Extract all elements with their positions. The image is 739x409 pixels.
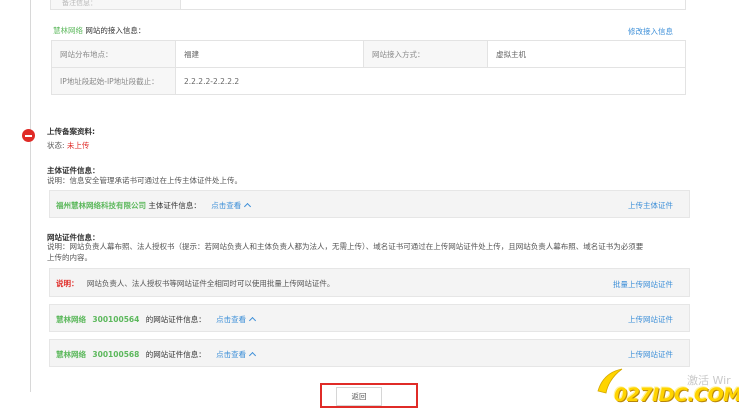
remark-label: 备注信息：	[62, 0, 97, 7]
site-id: 300100564	[92, 315, 140, 324]
status-value: 未上传	[66, 141, 90, 150]
ip-range-value: 2.2.2.2-2.2.2.2	[175, 67, 686, 95]
site-cert-bar-left: 慧林网络 300100568 的网站证件信息： 点击查看	[56, 349, 257, 360]
batch-upload-site-cert-link[interactable]: 批量上传网站证件	[613, 279, 673, 290]
subject-cert-bar: 福州慧林网络科技有限公司 主体证件信息： 点击查看 上传主体证件	[49, 190, 690, 218]
batch-tip: 说明： 网站负责人、法人授权书等网站证件全相同时可以使用批量上传网站证件。	[56, 278, 334, 289]
site-cert-info-label: 的网站证件信息：	[145, 315, 206, 324]
access-info-title: 慧林网络 网站的接入信息：	[53, 25, 145, 36]
subject-cert-bar-left: 福州慧林网络科技有限公司 主体证件信息： 点击查看	[56, 200, 252, 211]
table-row: IP地址段起始-IP地址段截止： 2.2.2.2-2.2.2.2	[51, 67, 686, 95]
location-value: 福建	[175, 40, 364, 68]
access-method-value: 虚拟主机	[487, 40, 686, 68]
access-site-name: 慧林网络	[53, 26, 83, 35]
location-label: 网站分布地点：	[51, 40, 176, 68]
toggle-label: 点击查看	[216, 315, 247, 324]
table-row: 网站分布地点： 福建 网站接入方式： 虚拟主机	[51, 40, 686, 68]
toggle-label: 点击查看	[211, 201, 242, 210]
site-id: 300100568	[92, 350, 140, 359]
site-cert-toggle[interactable]: 点击查看	[216, 350, 257, 360]
status-label: 状态:	[47, 141, 65, 150]
tip-text: 网站负责人、法人授权书等网站证件全相同时可以使用批量上传网站证件。	[86, 279, 335, 288]
site-cert-bar-left: 慧林网络 300100564 的网站证件信息： 点击查看	[56, 314, 257, 325]
upload-site-cert-link[interactable]: 上传网站证件	[628, 314, 673, 325]
access-info-table: 网站分布地点： 福建 网站接入方式： 虚拟主机 IP地址段起始-IP地址段截止：…	[51, 40, 686, 95]
remark-label-cell: 备注信息：	[51, 0, 181, 9]
toggle-label: 点击查看	[216, 350, 247, 359]
site-cert-note-line1: 说明：网站负责人幕布照、法人授权书（提示：若网站负责人和主体负责人都为法人，无需…	[47, 242, 644, 251]
upload-site-cert-link[interactable]: 上传网站证件	[628, 349, 673, 360]
timeline-line	[30, 0, 31, 392]
access-method-label: 网站接入方式：	[363, 40, 488, 68]
site-name: 慧林网络	[56, 350, 86, 359]
site-cert-bar: 慧林网络 300100568 的网站证件信息： 点击查看 上传网站证件	[49, 339, 690, 367]
site-name: 慧林网络	[56, 315, 86, 324]
site-cert-note-line2: 上传的内容。	[47, 253, 92, 262]
access-title-suffix: 网站的接入信息：	[85, 26, 146, 35]
subject-cert-toggle[interactable]: 点击查看	[211, 201, 252, 211]
chevron-up-icon	[244, 202, 252, 211]
upload-subject-cert-link[interactable]: 上传主体证件	[628, 200, 673, 211]
activation-watermark: 激活 Wir	[687, 374, 731, 387]
tip-label: 说明：	[56, 279, 79, 288]
subject-cert-info-label: 主体证件信息：	[148, 201, 201, 210]
site-cert-toggle[interactable]: 点击查看	[216, 315, 257, 325]
subject-cert-note: 说明：信息安全管理承诺书可通过在上传主体证件处上传。	[47, 176, 242, 185]
chevron-up-icon	[249, 351, 257, 360]
ip-range-label: IP地址段起始-IP地址段截止：	[51, 67, 176, 95]
chevron-up-icon	[249, 316, 257, 325]
edit-access-info-link[interactable]: 修改接入信息	[628, 26, 673, 37]
site-cert-bar: 慧林网络 300100564 的网站证件信息： 点击查看 上传网站证件	[49, 304, 690, 332]
batch-upload-bar: 说明： 网站负责人、法人授权书等网站证件全相同时可以使用批量上传网站证件。 批量…	[49, 268, 690, 297]
back-button[interactable]: 返回	[336, 387, 382, 406]
upload-section-title: 上传备案资料:	[47, 127, 95, 136]
site-cert-note: 说明：网站负责人幕布照、法人授权书（提示：若网站负责人和主体负责人都为法人，无需…	[47, 241, 692, 263]
upload-status: 状态: 未上传	[47, 140, 89, 151]
company-name: 福州慧林网络科技有限公司	[56, 201, 146, 210]
remark-row-stub: 备注信息：	[50, 0, 686, 10]
collapse-minus-icon[interactable]	[22, 129, 35, 142]
site-cert-info-label: 的网站证件信息：	[145, 350, 206, 359]
